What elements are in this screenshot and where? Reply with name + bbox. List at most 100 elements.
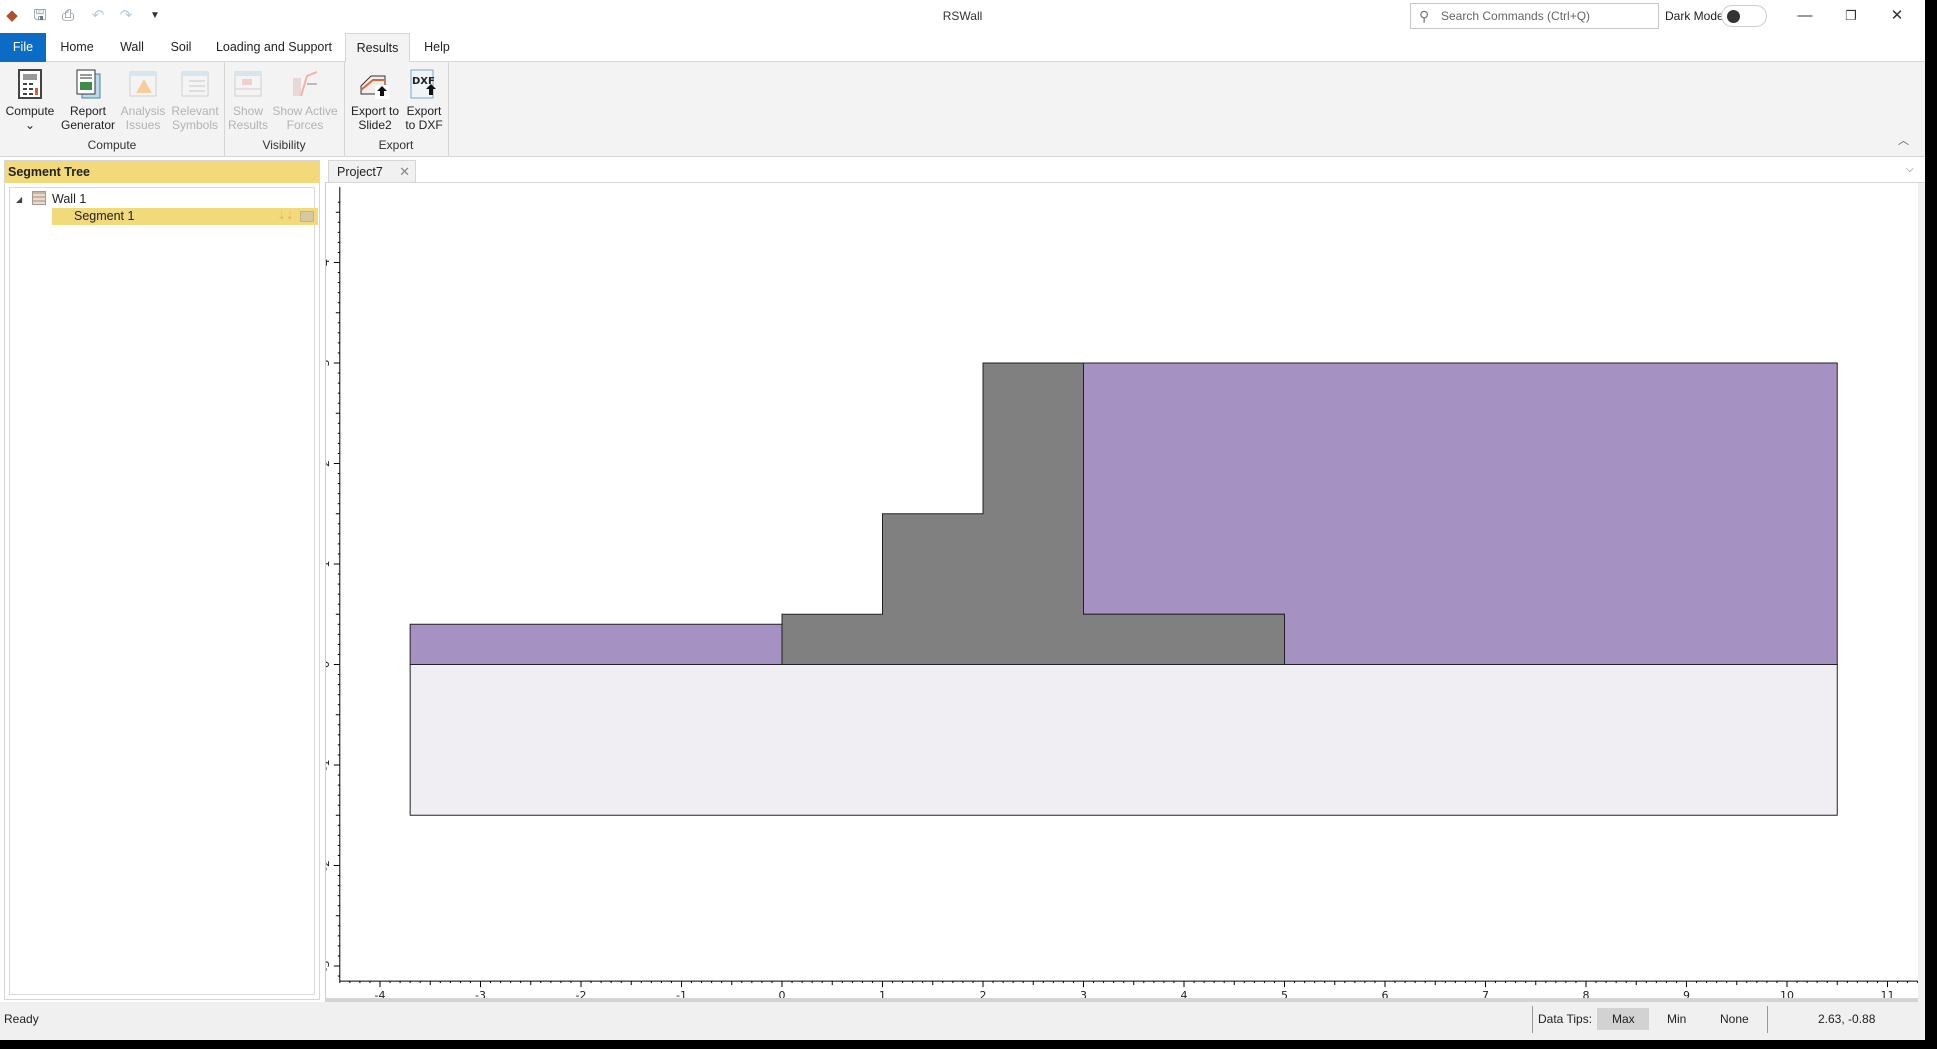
y-tick-label: -1 (326, 760, 332, 771)
export-slide2-label-1: Export to (350, 104, 400, 118)
analysis-issues-button[interactable]: Analysis Issues (120, 68, 166, 132)
symbols-list-icon (179, 68, 211, 100)
y-tick-label: 2 (326, 460, 332, 467)
group-label-export: Export (378, 138, 414, 152)
calculator-icon (14, 68, 46, 100)
collapse-arrow-icon[interactable]: ◢ (16, 191, 22, 208)
tab-soil[interactable]: Soil (164, 33, 198, 62)
report-icon (72, 68, 104, 100)
data-tips-none-button[interactable]: None (1720, 1012, 1749, 1026)
report-generator-label-2: Generator (60, 118, 116, 132)
y-tick-label: 4 (326, 259, 332, 266)
show-results-label-1: Show (232, 104, 264, 118)
analysis-issues-label-2: Issues (125, 118, 161, 132)
show-results-label-2: Results (228, 118, 269, 132)
analysis-issues-label-1: Analysis (120, 104, 166, 118)
show-results-button[interactable]: Show Results (228, 68, 268, 132)
segment-tree-title: Segment Tree (5, 161, 319, 183)
y-tick-label: 1 (326, 561, 332, 568)
tab-file[interactable]: File (0, 33, 46, 62)
status-text: Ready (4, 1012, 39, 1026)
y-tick-label: 3 (326, 360, 332, 367)
y-tick-label: -3 (326, 961, 332, 972)
relevant-symbols-button[interactable]: Relevant Symbols (169, 68, 221, 132)
region-front-soil (409, 623, 783, 665)
data-tips-min-button[interactable]: Min (1667, 1012, 1686, 1026)
x-tick-label: 7 (1482, 989, 1489, 998)
x-tick-label: 11 (1881, 989, 1895, 998)
x-tick-label: 0 (779, 989, 786, 998)
model-view[interactable]: -4 -3 -2 -1 0 1 2 3 4 5 6 7 8 9 10 11 -3 -2 -1 0 1 2 3 4 (319, 183, 1919, 1002)
vertical-scrollbar[interactable] (1918, 183, 1925, 1002)
search-icon: ⚲ (1419, 8, 1430, 24)
tab-loading-and-support[interactable]: Loading and Support (212, 33, 336, 62)
loads-icon[interactable]: ⇣⇣ (277, 208, 294, 225)
group-label-compute: Compute (87, 138, 137, 152)
rswall-window: ◆ 🖫 ⎙ ↶ ↷ ▼ RSWall ⚲ Search Commands (Ctr… (0, 0, 1925, 1040)
show-active-forces-label-2: Forces (286, 118, 324, 132)
tab-home[interactable]: Home (52, 33, 102, 62)
warning-icon (127, 68, 159, 100)
dark-mode-label: Dark Mode (1665, 9, 1724, 23)
x-tick-label: 3 (1080, 989, 1087, 998)
show-active-forces-label-1: Show Active (272, 104, 338, 118)
tree-item-segment-1[interactable]: Segment 1 ⇣⇣ (52, 208, 318, 225)
show-active-forces-button[interactable]: Show Active Forces (271, 68, 339, 132)
group-label-visibility: Visibility (262, 138, 306, 152)
results-icon (232, 68, 264, 100)
export-to-slide2-button[interactable]: Export to Slide2 (349, 68, 401, 132)
tab-wall[interactable]: Wall (112, 33, 152, 62)
x-tick-label: 8 (1583, 989, 1590, 998)
tab-help[interactable]: Help (418, 33, 456, 62)
x-tick-label: 1 (879, 989, 886, 998)
compute-dropdown-icon: ⌄ (24, 118, 36, 132)
status-bar: Ready Data Tips: Max Min None 2.63, -0.8… (0, 1002, 1925, 1040)
export-dxf-icon: DXF (408, 68, 440, 100)
wall-icon (32, 191, 46, 205)
tabs-dropdown-icon[interactable]: ⌵ (1906, 164, 1914, 175)
status-separator (1532, 1006, 1533, 1033)
x-tick-label: -4 (375, 989, 386, 998)
minimize-button[interactable]: — (1790, 6, 1820, 26)
close-tab-icon[interactable]: ✕ (399, 161, 410, 183)
region-foundation-soil (409, 664, 1838, 816)
active-forces-icon (289, 68, 321, 100)
report-generator-label-1: Report (69, 104, 107, 118)
relevant-symbols-label-2: Symbols (171, 118, 218, 132)
search-placeholder: Search Commands (Ctrl+Q) (1441, 9, 1591, 23)
tab-results[interactable]: Results (345, 33, 410, 63)
export-dxf-label-2: to DXF (405, 118, 443, 132)
dark-mode-toggle[interactable] (1721, 5, 1767, 27)
export-to-dxf-button[interactable]: DXF Export to DXF (404, 68, 444, 132)
soil-icon[interactable] (300, 211, 314, 222)
collapse-ribbon-icon[interactable]: ︿ (1898, 132, 1909, 148)
model-canvas[interactable]: -4 -3 -2 -1 0 1 2 3 4 5 6 7 8 9 10 11 -3 -2 -1 0 1 2 3 4 (319, 183, 1919, 1002)
x-tick-label: -2 (576, 989, 587, 998)
document-tab-project7[interactable]: Project7 ✕ (328, 160, 416, 183)
x-tick-label: -3 (475, 989, 486, 998)
tree-item-wall-1[interactable]: Wall 1 (52, 191, 86, 208)
export-slide2-label-2: Slide2 (358, 118, 392, 132)
x-tick-label: 9 (1683, 989, 1690, 998)
title-bar: ◆ 🖫 ⎙ ↶ ↷ ▼ RSWall ⚲ Search Commands (Ctr… (0, 0, 1925, 33)
search-commands-input[interactable]: ⚲ Search Commands (Ctrl+Q) (1410, 3, 1659, 29)
segment-label: Segment 1 (74, 209, 135, 223)
x-tick-label: 10 (1780, 989, 1794, 998)
restore-button[interactable]: ❐ (1836, 6, 1866, 26)
compute-label: Compute (5, 104, 55, 118)
document-tab-label: Project7 (337, 165, 383, 179)
export-slide2-icon (359, 68, 391, 100)
compute-button[interactable]: Compute ⌄ (4, 68, 56, 132)
data-tips-max-label[interactable]: Max (1612, 1012, 1635, 1026)
relevant-symbols-label-1: Relevant (171, 104, 219, 118)
export-dxf-label-1: Export (406, 104, 442, 118)
status-separator (1767, 1006, 1768, 1033)
x-tick-label: 6 (1382, 989, 1389, 998)
data-tips-label: Data Tips: (1538, 1012, 1593, 1026)
report-generator-button[interactable]: Report Generator (60, 68, 116, 132)
cursor-coordinates: 2.63, -0.88 (1818, 1012, 1876, 1026)
x-tick-label: 5 (1281, 989, 1288, 998)
segment-tree-panel: Segment Tree ◢ Wall 1 Segment 1 ⇣⇣ (4, 160, 320, 1000)
x-tick-label: -1 (676, 989, 687, 998)
close-button[interactable]: ✕ (1882, 6, 1912, 26)
